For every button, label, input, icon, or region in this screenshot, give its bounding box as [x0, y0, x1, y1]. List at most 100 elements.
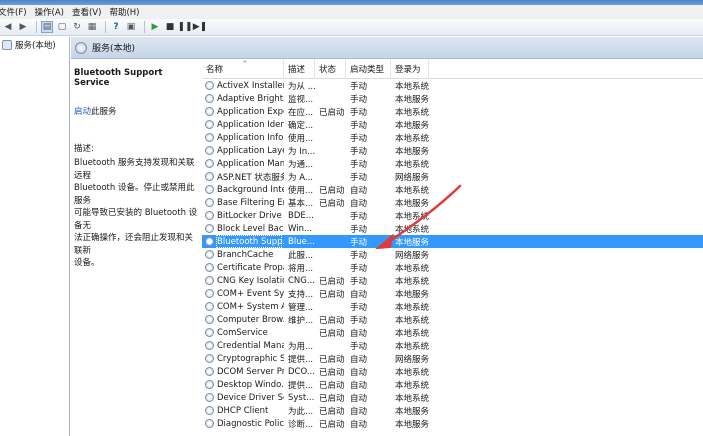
cell-name: CNG Key Isolation [202, 276, 284, 286]
service-gear-icon [205, 198, 214, 207]
table-row[interactable]: CNG Key Isolation CNG... 已启动手动 本地系统 [202, 274, 703, 287]
menu-file[interactable]: 文件(F) [0, 6, 31, 18]
cell-name: Application Laye... [202, 146, 284, 156]
cell-status: 已启动 [319, 315, 345, 326]
help-icon[interactable]: ? [110, 21, 122, 33]
export-list-icon[interactable]: ▦ [86, 21, 98, 33]
service-gear-icon [205, 380, 214, 389]
tree-item-services-local[interactable]: 服务(本地) [0, 37, 69, 53]
cell-description: Win... [288, 223, 313, 234]
table-row[interactable]: Credential Mana... 为用... 手动 本地系统 [202, 339, 703, 352]
cell-description: 提供... [288, 380, 314, 391]
services-list: ^ 名称 描述 状态 启动类型 登录为 ActiveX Installer ..… [202, 58, 703, 436]
menu-view[interactable]: 查看(V) [68, 6, 105, 18]
cell-description: 使用... [288, 185, 314, 196]
cell-name: Adaptive Brightn... [202, 94, 284, 104]
cell-name: Cryptographic S... [202, 354, 284, 364]
cell-description: 基本... [288, 198, 314, 209]
table-row[interactable]: COM+ Event Sys... 支持... 已启动自动 本地服务 [202, 287, 703, 300]
table-row[interactable]: COM+ System A... 管理... 手动 本地系统 [202, 300, 703, 313]
table-row[interactable]: Application Infor... 使用... 手动 本地系统 [202, 131, 703, 144]
service-gear-icon [205, 328, 214, 337]
table-row[interactable]: Application Laye... 为 In... 手动 本地服务 [202, 144, 703, 157]
cell-log-on-as: 本地系统 [395, 315, 429, 326]
cell-description: 将用... [288, 263, 314, 274]
table-row[interactable]: Application Man... 为通... 手动 本地系统 [202, 157, 703, 170]
table-row[interactable]: Block Level Back... Win... 手动 本地系统 [202, 222, 703, 235]
service-name-text: Device Driver Se... [217, 392, 284, 403]
table-row[interactable]: Base Filtering En... 基本... 已启动自动 本地服务 [202, 196, 703, 209]
cell-description: 确定... [288, 120, 314, 131]
cell-name: DHCP Client [202, 406, 284, 416]
table-row[interactable]: ASP.NET 状态服务为 A... 手动 网络服务 [202, 170, 703, 183]
start-service-icon[interactable]: ▶ [149, 21, 161, 33]
table-row[interactable]: Desktop Windo... 提供... 已启动 自动 本地系统 [202, 378, 703, 391]
pause-service-icon[interactable]: ❚❚ [177, 21, 192, 33]
column-description[interactable]: 描述 [284, 58, 315, 79]
start-service-link[interactable]: 启动 [74, 107, 91, 117]
stop-service-icon[interactable]: ■ [164, 21, 176, 33]
table-row[interactable]: DHCP Client 为此... 已启动 自动 本地服务 [202, 404, 703, 417]
column-status[interactable]: 状态 [315, 58, 346, 79]
cell-status: 已启动 [319, 185, 345, 196]
cell-log-on-as: 本地系统 [395, 224, 429, 235]
service-gear-icon [205, 315, 214, 324]
service-name-text: Application Expe... [217, 106, 284, 117]
cell-status: 已启动 [319, 380, 345, 391]
cell-startup-type: 手动 [350, 250, 368, 261]
service-name-text: Certificate Propa... [217, 262, 284, 273]
service-gear-icon [205, 185, 214, 194]
cell-status: 已启动 [319, 328, 345, 339]
cell-startup-type: 手动 [350, 341, 368, 352]
forward-arrow-icon[interactable]: ▶ [17, 21, 29, 33]
column-startup-type[interactable]: 启动类型 [346, 58, 391, 79]
cell-log-on-as: 本地系统 [395, 133, 429, 144]
cell-startup-type: 手动 [350, 159, 368, 170]
back-arrow-icon[interactable]: ◀ [2, 21, 14, 33]
table-row[interactable]: Application Iden... 确定... 手动 本地服务 [202, 118, 703, 131]
service-gear-icon [205, 211, 214, 220]
service-name-text: ComService [217, 327, 268, 338]
cell-log-on-as: 本地服务 [395, 120, 429, 131]
table-row[interactable]: Computer Brow... 维护... 已启动 手动 本地系统 [202, 313, 703, 326]
service-gear-icon [205, 133, 214, 142]
menu-help[interactable]: 帮助(H) [105, 6, 143, 18]
properties-icon[interactable]: ▢ [56, 21, 68, 33]
cell-status: 已启动 [319, 419, 345, 430]
column-log-on-as[interactable]: 登录为 [391, 58, 429, 79]
table-row[interactable]: Certificate Propa... 将用... 手动 本地系统 [202, 261, 703, 274]
cell-name: Computer Brow... [202, 315, 284, 325]
cell-status: 已启动 [319, 406, 345, 417]
console-tree-icon[interactable]: ▤ [41, 21, 53, 33]
table-row[interactable]: Diagnostic Polic... 诊断... 已启动自动 本地服务 [202, 417, 703, 430]
table-row[interactable]: Device Driver Se... Syst... 已启动自动 本地系统 [202, 391, 703, 404]
service-name-text: DCOM Server Pr... [217, 366, 284, 377]
table-row[interactable]: BitLocker Drive ... BDE... 手动 本地系统 [202, 209, 703, 222]
table-row[interactable]: BranchCache 此服... 手动 网络服务 [202, 248, 703, 261]
service-name-text: Credential Mana... [217, 340, 284, 351]
toolbar-separator [105, 21, 106, 33]
table-row[interactable]: Adaptive Brightn... 监视... 手动 本地服务 [202, 92, 703, 105]
cell-description: 为从 ... [288, 81, 315, 92]
cell-name: Application Man... [202, 159, 284, 169]
cell-startup-type: 自动 [350, 289, 368, 300]
cell-startup-type: 手动 [350, 302, 368, 313]
restart-service-icon[interactable]: ▶❚ [193, 21, 207, 33]
menu-action[interactable]: 操作(A) [31, 6, 68, 18]
cell-log-on-as: 网络服务 [395, 250, 429, 261]
show-hide-icon[interactable]: ▣ [125, 21, 137, 33]
cell-name: Application Infor... [202, 133, 284, 143]
table-row[interactable]: DCOM Server Pr... DCO... 已启动自动 本地系统 [202, 365, 703, 378]
cell-name: ComService [202, 328, 284, 338]
table-row[interactable]: Background Inte... 使用... 已启动自动 本地系统 [202, 183, 703, 196]
table-row[interactable]: Bluetooth Supp... Blue... 手动 本地服务 [202, 235, 703, 248]
refresh-icon[interactable]: ↻ [71, 21, 83, 33]
cell-log-on-as: 本地系统 [395, 81, 429, 92]
table-row[interactable]: Application Expe... 在应... 已启动手动 本地系统 [202, 105, 703, 118]
cell-startup-type: 手动 [350, 133, 368, 144]
table-row[interactable]: ComService 已启动 自动 本地系统 [202, 326, 703, 339]
table-row[interactable]: Cryptographic S... 提供... 已启动自动 网络服务 [202, 352, 703, 365]
table-row[interactable]: ActiveX Installer ... 为从 ... 手动 本地系统 [202, 79, 703, 92]
cell-startup-type: 自动 [350, 328, 368, 339]
service-gear-icon [205, 172, 214, 181]
